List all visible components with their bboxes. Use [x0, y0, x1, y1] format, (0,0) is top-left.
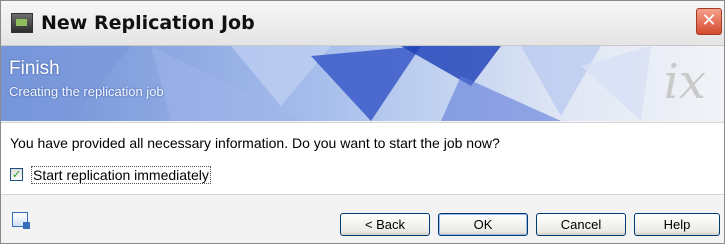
close-icon: ✕: [701, 10, 717, 31]
help-icon[interactable]: [12, 212, 30, 229]
title-bar[interactable]: New Replication Job ✕: [1, 1, 724, 46]
ix-logo: ix: [663, 54, 706, 110]
close-button[interactable]: ✕: [696, 8, 722, 35]
start-replication-checkbox[interactable]: ✓: [10, 168, 23, 181]
ok-button[interactable]: OK: [438, 213, 528, 236]
cancel-button[interactable]: Cancel: [536, 213, 626, 236]
banner-subtitle: Creating the replication job: [9, 84, 164, 99]
start-replication-label[interactable]: Start replication immediately: [31, 166, 211, 184]
back-button[interactable]: < Back: [340, 213, 430, 236]
window-title: New Replication Job: [41, 12, 255, 34]
banner-title: Finish: [9, 58, 60, 79]
content-area: You have provided all necessary informat…: [1, 122, 724, 195]
button-bar: < Back OK Cancel Help: [1, 195, 724, 243]
help-button[interactable]: Help: [634, 213, 720, 236]
app-icon: [11, 13, 33, 33]
wizard-banner: Finish Creating the replication job ix: [1, 46, 724, 121]
dialog-window: New Replication Job ✕ Finish Creating th…: [0, 0, 725, 244]
info-message: You have provided all necessary informat…: [10, 135, 500, 151]
